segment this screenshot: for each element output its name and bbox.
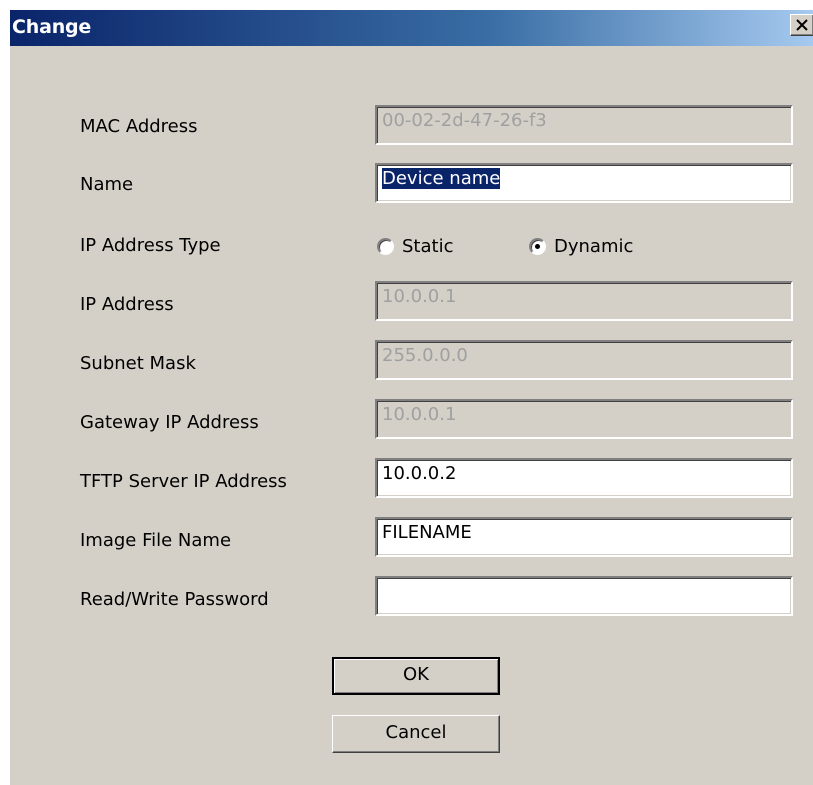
radio-static-label[interactable]: Static — [402, 236, 453, 257]
tftp-server-ip-field[interactable]: 10.0.0.2 — [375, 458, 793, 498]
ok-button[interactable]: OK — [332, 657, 500, 695]
mac-address-label: MAC Address — [80, 116, 198, 137]
subnet-mask-label: Subnet Mask — [80, 353, 196, 374]
mac-address-field: 00-02-2d-47-26-f3 — [375, 105, 793, 145]
image-file-name-field[interactable]: FILENAME — [375, 517, 793, 557]
radio-dynamic[interactable]: Dynamic — [529, 236, 633, 257]
name-field[interactable]: Device name — [375, 163, 793, 203]
radio-static-circle[interactable] — [377, 238, 394, 255]
close-icon — [796, 19, 808, 31]
rw-password-field[interactable] — [375, 576, 793, 616]
name-field-value: Device name — [382, 168, 501, 189]
subnet-mask-field: 255.0.0.0 — [375, 340, 793, 380]
change-dialog: Change MAC Address 00-02-2d-47-26-f3 Nam… — [9, 9, 813, 785]
rw-password-label: Read/Write Password — [80, 589, 269, 610]
cancel-button[interactable]: Cancel — [332, 715, 500, 753]
ip-address-type-label: IP Address Type — [80, 235, 221, 256]
radio-dynamic-label[interactable]: Dynamic — [554, 236, 633, 257]
radio-selected-dot — [535, 244, 540, 249]
title-bar[interactable]: Change — [10, 10, 813, 46]
gateway-ip-label: Gateway IP Address — [80, 412, 259, 433]
ip-address-label: IP Address — [80, 294, 174, 315]
image-file-name-label: Image File Name — [80, 530, 232, 551]
ip-address-field: 10.0.0.1 — [375, 281, 793, 321]
gateway-ip-field: 10.0.0.1 — [375, 399, 793, 439]
name-label: Name — [80, 174, 134, 195]
tftp-server-ip-label: TFTP Server IP Address — [80, 471, 287, 492]
close-button[interactable] — [790, 14, 813, 36]
radio-dynamic-circle[interactable] — [529, 238, 546, 255]
radio-static[interactable]: Static — [377, 236, 453, 257]
dialog-title: Change — [12, 16, 92, 38]
